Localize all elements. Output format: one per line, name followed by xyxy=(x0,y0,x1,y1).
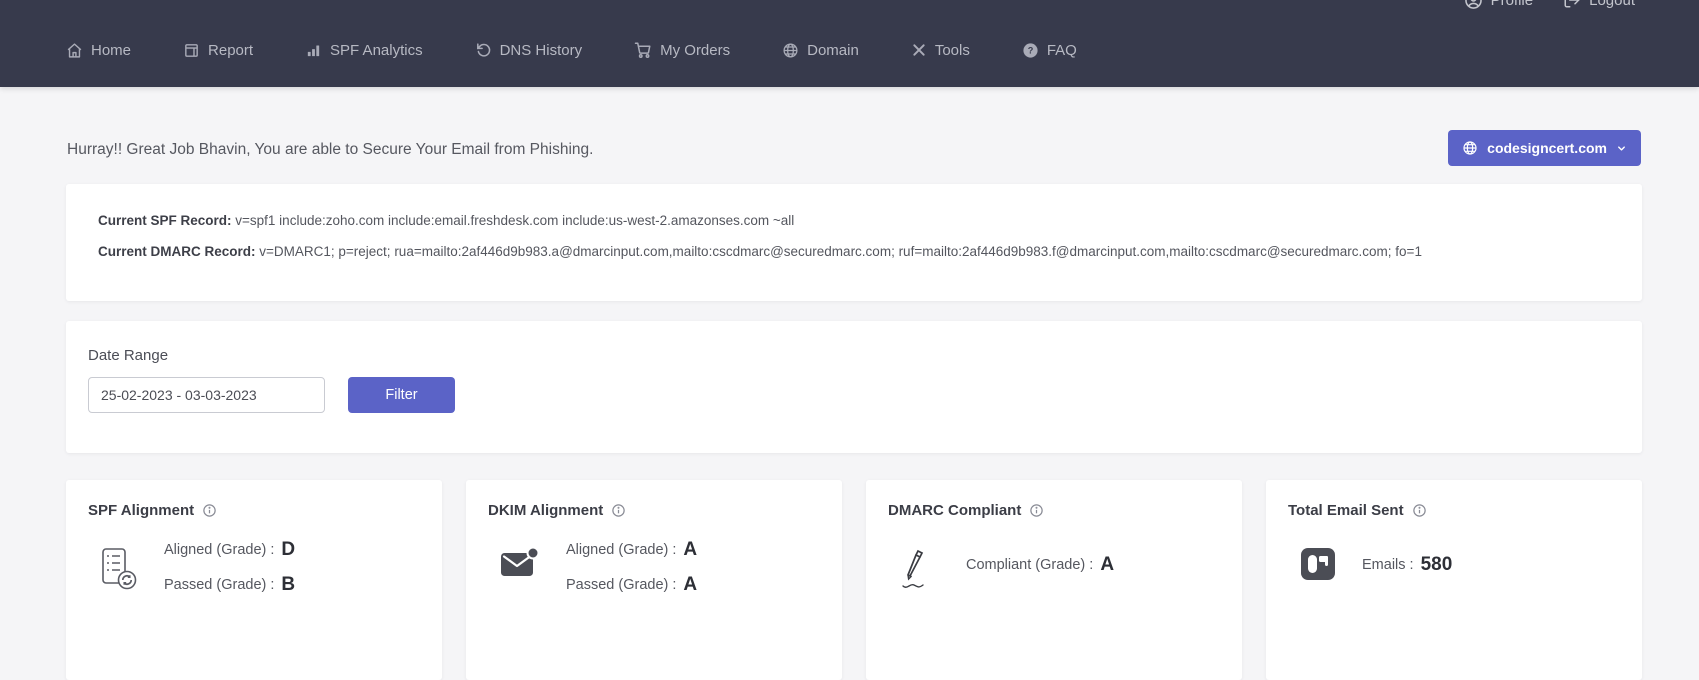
nav-item-dns-history[interactable]: DNS History xyxy=(475,42,583,59)
info-icon[interactable] xyxy=(1412,503,1427,518)
top-navbar: Profile Logout Home Report SPF Analyt xyxy=(0,0,1699,87)
grade-row: Aligned (Grade) : A xyxy=(566,539,697,561)
card-title: DMARC Compliant xyxy=(888,502,1021,519)
analytics-icon xyxy=(305,42,322,59)
domain-selector-button[interactable]: codesigncert.com xyxy=(1448,130,1641,166)
date-filter-row: Filter xyxy=(88,377,1620,413)
greeting-text: Hurray!! Great Job Bhavin, You are able … xyxy=(67,141,593,159)
grade-label: Aligned (Grade) : xyxy=(164,542,274,558)
dmarc-record-label: Current DMARC Record: xyxy=(98,244,256,259)
main-nav: Home Report SPF Analytics DNS History My… xyxy=(66,41,1077,59)
nav-label: Tools xyxy=(935,42,970,59)
card-title: Total Email Sent xyxy=(1288,502,1404,519)
profile-menu-item[interactable]: Profile xyxy=(1464,0,1534,14)
date-range-input[interactable] xyxy=(88,377,325,413)
orders-cart-icon xyxy=(634,41,652,59)
emails-row: Emails : 580 xyxy=(1362,554,1452,576)
card-title: SPF Alignment xyxy=(88,502,194,519)
spf-server-sync-icon xyxy=(100,547,138,591)
nav-item-faq[interactable]: ? FAQ xyxy=(1022,42,1077,59)
grade-label: Compliant (Grade) : xyxy=(966,557,1093,573)
total-email-sent-card: Total Email Sent Emails : 580 xyxy=(1266,480,1642,680)
grade-row: Passed (Grade) : B xyxy=(164,574,295,596)
spf-record-line: Current SPF Record: v=spf1 include:zoho.… xyxy=(98,210,1610,232)
nav-label: Home xyxy=(91,42,131,59)
logout-menu-item[interactable]: Logout xyxy=(1563,0,1635,14)
profile-icon xyxy=(1464,0,1483,10)
grade-value: A xyxy=(683,574,697,596)
grade-row: Compliant (Grade) : A xyxy=(966,554,1114,576)
domain-selector-label: codesigncert.com xyxy=(1487,140,1607,156)
info-icon[interactable] xyxy=(611,503,626,518)
card-title: DKIM Alignment xyxy=(488,502,603,519)
profile-label: Profile xyxy=(1491,0,1534,9)
account-menu: Profile Logout xyxy=(1464,0,1635,14)
grade-label: Passed (Grade) : xyxy=(566,577,676,593)
info-icon[interactable] xyxy=(202,503,217,518)
grade-value: B xyxy=(281,574,295,596)
logout-label: Logout xyxy=(1589,0,1635,9)
mailbox-icon xyxy=(1300,547,1336,581)
globe-icon xyxy=(782,42,799,59)
chevron-down-icon xyxy=(1616,143,1627,154)
spf-record-label: Current SPF Record: xyxy=(98,213,232,228)
date-filter-panel: Date Range Filter xyxy=(66,321,1642,453)
stat-cards-row: SPF Alignment Aligned (Grade) : xyxy=(66,480,1642,680)
nav-label: Domain xyxy=(807,42,859,59)
grade-label: Passed (Grade) : xyxy=(164,577,274,593)
grade-row: Passed (Grade) : A xyxy=(566,574,697,596)
nav-item-domain[interactable]: Domain xyxy=(782,42,859,59)
grade-value: D xyxy=(281,539,295,561)
emails-value: 580 xyxy=(1421,554,1453,576)
dns-records-panel: Current SPF Record: v=spf1 include:zoho.… xyxy=(66,184,1642,301)
grade-value: A xyxy=(683,539,697,561)
nav-item-home[interactable]: Home xyxy=(66,42,131,59)
dmarc-compliant-card: DMARC Compliant Compliant (Grade) : A xyxy=(866,480,1242,680)
nav-item-my-orders[interactable]: My Orders xyxy=(634,41,730,59)
nav-item-tools[interactable]: Tools xyxy=(911,42,970,59)
globe-icon xyxy=(1462,140,1478,156)
dmarc-record-line: Current DMARC Record: v=DMARC1; p=reject… xyxy=(98,241,1610,263)
grade-label: Aligned (Grade) : xyxy=(566,542,676,558)
grade-row: Aligned (Grade) : D xyxy=(164,539,295,561)
faq-icon: ? xyxy=(1022,42,1039,59)
emails-label: Emails : xyxy=(1362,557,1414,573)
dkim-alignment-card: DKIM Alignment Aligned (Grade) : A Pas xyxy=(466,480,842,680)
home-icon xyxy=(66,42,83,59)
date-range-label: Date Range xyxy=(88,347,1620,364)
nav-item-report[interactable]: Report xyxy=(183,42,253,59)
nav-label: DNS History xyxy=(500,42,583,59)
history-icon xyxy=(475,42,492,59)
mail-badge-icon xyxy=(500,547,540,579)
nav-label: Report xyxy=(208,42,253,59)
logout-icon xyxy=(1563,0,1581,9)
filter-button[interactable]: Filter xyxy=(348,377,455,413)
grade-value: A xyxy=(1100,554,1114,576)
nav-label: FAQ xyxy=(1047,42,1077,59)
svg-text:?: ? xyxy=(1028,45,1034,55)
signature-pen-icon xyxy=(900,547,940,591)
nav-label: My Orders xyxy=(660,42,730,59)
spf-alignment-card: SPF Alignment Aligned (Grade) : xyxy=(66,480,442,680)
dmarc-record-value: v=DMARC1; p=reject; rua=mailto:2af446d9b… xyxy=(256,244,1422,259)
nav-label: SPF Analytics xyxy=(330,42,423,59)
nav-item-spf-analytics[interactable]: SPF Analytics xyxy=(305,42,423,59)
tools-icon xyxy=(911,42,927,58)
report-icon xyxy=(183,42,200,59)
spf-record-value: v=spf1 include:zoho.com include:email.fr… xyxy=(232,213,795,228)
info-icon[interactable] xyxy=(1029,503,1044,518)
